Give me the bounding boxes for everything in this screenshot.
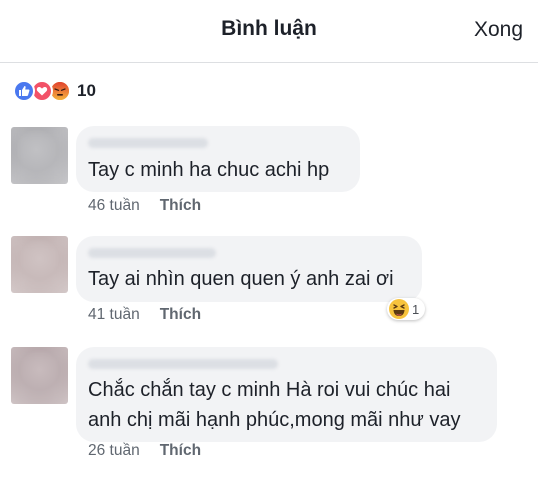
- comment-bubble[interactable]: Tay ai nhìn quen quen ý anh zai ơi: [76, 236, 422, 302]
- avatar[interactable]: [11, 347, 68, 404]
- comment-meta: 46 tuần Thích: [88, 197, 201, 215]
- blurred-author-name: [88, 359, 278, 369]
- reaction-count: 10: [77, 81, 96, 100]
- comment-text: Tay ai nhìn quen quen ý anh zai ơi: [88, 268, 394, 290]
- reaction-count: 1: [412, 301, 420, 317]
- like-button[interactable]: Thích: [160, 306, 201, 324]
- like-button[interactable]: Thích: [160, 442, 201, 460]
- comment-time: 41 tuần: [88, 306, 140, 323]
- reactions-summary[interactable]: 10: [13, 79, 96, 103]
- page-title: Bình luận: [221, 17, 317, 40]
- comment-text-line-1: Chắc chắn tay c minh Hà roi vui chúc hai: [88, 379, 451, 401]
- comment-meta: 41 tuần Thích: [88, 306, 201, 324]
- done-button[interactable]: Xong: [474, 18, 523, 42]
- comment-time: 46 tuần: [88, 197, 140, 214]
- comment-text-line-2: anh chị mãi hạnh phúc,mong mãi như vay: [88, 409, 461, 431]
- comment-meta: 26 tuần Thích: [88, 442, 201, 460]
- comment-bubble[interactable]: Tay c minh ha chuc achi hp: [76, 126, 360, 192]
- haha-icon: [389, 299, 409, 319]
- comment-time: 26 tuần: [88, 442, 140, 459]
- avatar[interactable]: [11, 236, 68, 293]
- avatar[interactable]: [11, 127, 68, 184]
- comment-text: Tay c minh ha chuc achi hp: [88, 159, 330, 181]
- comments-header: Bình luận Xong: [0, 0, 538, 63]
- comment-bubble[interactable]: Chắc chắn tay c minh Hà roi vui chúc hai…: [76, 347, 497, 442]
- comment-reaction-badge[interactable]: 1: [387, 298, 426, 320]
- like-icon: [13, 80, 35, 102]
- blurred-author-name: [88, 138, 208, 148]
- like-button[interactable]: Thích: [160, 197, 201, 215]
- blurred-author-name: [88, 248, 216, 258]
